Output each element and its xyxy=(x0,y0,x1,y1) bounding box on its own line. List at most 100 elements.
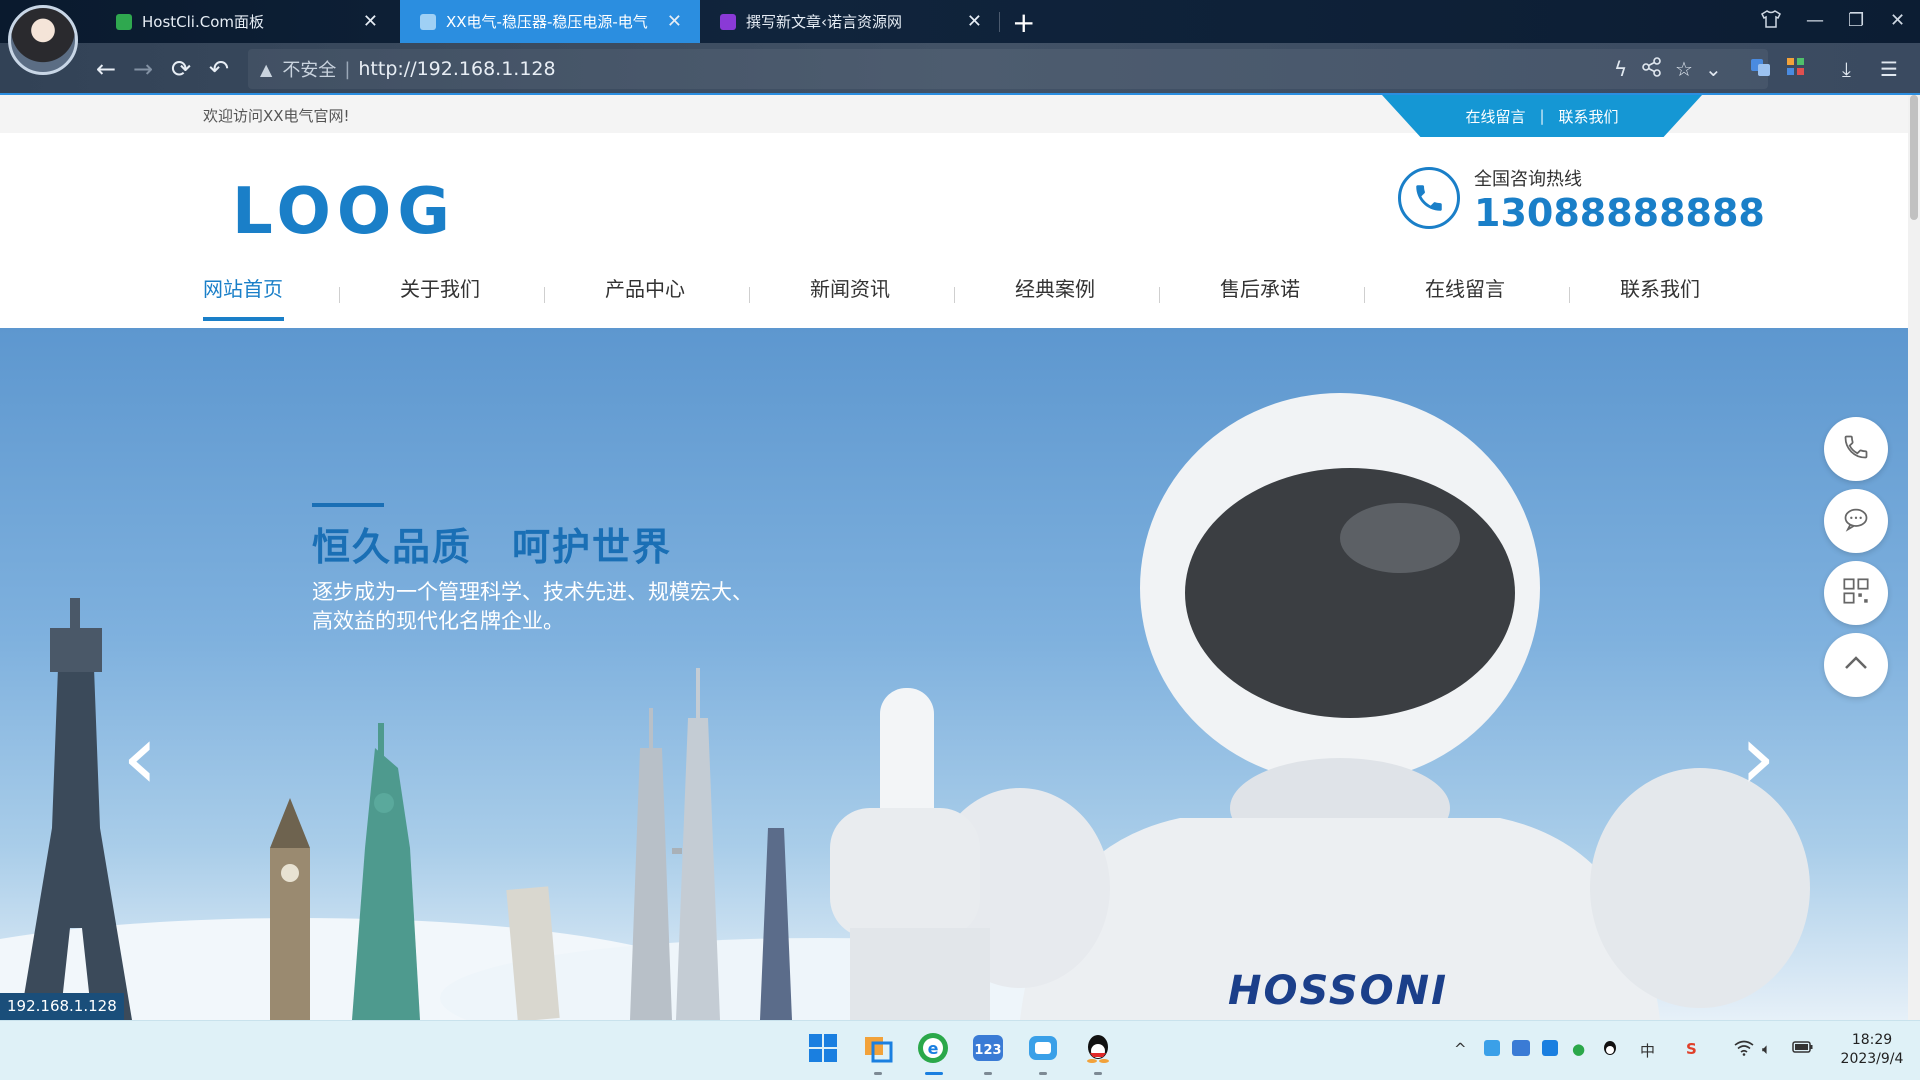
task-view-icon[interactable] xyxy=(861,1031,895,1065)
nav-divider xyxy=(544,287,545,303)
tab-xx-electric[interactable]: XX电气-稳压器-稳压电源-电气 ✕ xyxy=(400,0,700,43)
taskbar-active-indicator xyxy=(925,1072,943,1075)
ime-indicator[interactable]: 中 xyxy=(1640,1040,1655,1061)
address-divider: | xyxy=(344,58,351,80)
apps-grid-icon[interactable] xyxy=(1786,57,1806,82)
tab-hostcli[interactable]: HostCli.Com面板 ✕ xyxy=(96,0,396,43)
phone-icon xyxy=(1842,433,1870,465)
sogou-icon[interactable]: S xyxy=(1686,1040,1697,1058)
phone-icon xyxy=(1398,167,1460,229)
nav-active-indicator xyxy=(203,317,284,321)
skin-icon[interactable] xyxy=(1761,10,1781,33)
new-tab-button[interactable]: + xyxy=(1012,6,1035,39)
qq-icon[interactable] xyxy=(1081,1031,1115,1065)
hero-banner: 恒久品质 呵护世界 逐步成为一个管理科学、技术先进、规模宏大、高效益的现代化名牌… xyxy=(0,328,1908,1020)
123-app-icon[interactable]: 123 xyxy=(971,1031,1005,1065)
taskbar-running-indicator xyxy=(874,1072,882,1075)
nav-aftersales[interactable]: 售后承诺 xyxy=(1220,273,1300,302)
star-icon[interactable]: ☆ xyxy=(1675,57,1693,81)
tray-chat-icon[interactable] xyxy=(1484,1040,1500,1056)
hotline: 全国咨询热线 13088888888 xyxy=(1398,165,1765,245)
prev-slide-icon[interactable]: ‹ xyxy=(122,713,158,803)
chevron-down-icon[interactable]: ⌄ xyxy=(1705,57,1722,81)
svg-text:e: e xyxy=(928,1039,939,1058)
tab-title: HostCli.Com面板 xyxy=(142,13,264,31)
browser-app-icon[interactable]: e xyxy=(916,1031,950,1065)
system-clock[interactable]: 18:29 2023/9/4 xyxy=(1834,1031,1910,1069)
hotline-number: 13088888888 xyxy=(1474,191,1765,235)
chevron-up-icon xyxy=(1841,648,1871,682)
minimize-icon[interactable]: — xyxy=(1806,10,1824,31)
volume-icon[interactable]: 🔈︎ xyxy=(1762,1040,1771,1058)
close-icon[interactable]: ✕ xyxy=(667,11,682,32)
main-nav: 网站首页 关于我们 产品中心 新闻资讯 经典案例 售后承诺 在线留言 联系我们 xyxy=(0,265,1908,325)
nav-contact[interactable]: 联系我们 xyxy=(1620,273,1700,302)
tab-new-article[interactable]: 撰写新文章‹诺言资源网 ✕ xyxy=(700,0,1000,43)
security-label: 不安全 xyxy=(282,60,337,81)
qrcode-icon xyxy=(1842,577,1870,609)
forward-icon[interactable]: → xyxy=(127,53,159,85)
tray-123-icon[interactable] xyxy=(1512,1040,1530,1056)
windows-start-icon[interactable] xyxy=(806,1031,840,1065)
nav-message[interactable]: 在线留言 xyxy=(1425,273,1505,302)
hotline-label: 全国咨询热线 xyxy=(1474,169,1582,190)
close-icon[interactable]: ✕ xyxy=(967,11,982,32)
banner-slogan: 恒久品质 呵护世界 xyxy=(312,525,673,569)
browser-toolbar: ← → ⟳ ↶ ▲ 不安全 | http://192.168.1.128 ϟ ☆… xyxy=(0,43,1920,95)
nav-cases[interactable]: 经典案例 xyxy=(1015,273,1095,302)
nav-news[interactable]: 新闻资讯 xyxy=(810,273,890,302)
wechat-icon[interactable]: ● xyxy=(1572,1040,1585,1058)
share-icon[interactable] xyxy=(1642,57,1662,82)
user-avatar[interactable] xyxy=(8,5,78,75)
nav-products[interactable]: 产品中心 xyxy=(605,273,685,302)
site-logo[interactable]: LOOG xyxy=(232,175,456,249)
undo-icon[interactable]: ↶ xyxy=(203,53,235,85)
warning-icon: ▲ xyxy=(260,59,273,79)
banner-illustration xyxy=(0,393,1810,1020)
nav-divider xyxy=(749,287,750,303)
download-icon[interactable]: ⤓ xyxy=(1842,57,1851,81)
tab-title: 撰写新文章‹诺言资源网 xyxy=(746,13,902,31)
wifi-icon[interactable] xyxy=(1734,1040,1754,1060)
nav-about[interactable]: 关于我们 xyxy=(400,273,480,302)
back-to-top-button[interactable] xyxy=(1824,633,1888,697)
toplink-contact[interactable]: 联系我们 xyxy=(1559,106,1619,127)
banner-subtext: 逐步成为一个管理科学、技术先进、规模宏大、高效益的现代化名牌企业。 xyxy=(312,580,753,633)
next-slide-icon[interactable]: › xyxy=(1740,713,1776,803)
close-icon[interactable]: ✕ xyxy=(363,11,378,32)
tray-note-icon[interactable] xyxy=(1542,1040,1558,1056)
close-window-icon[interactable]: ✕ xyxy=(1890,10,1905,31)
tab-divider xyxy=(999,12,1000,32)
toplink-message[interactable]: 在线留言 xyxy=(1465,106,1525,127)
welcome-text: 欢迎访问XX电气官网! xyxy=(203,107,350,125)
taskbar-running-indicator xyxy=(1039,1072,1047,1075)
taskbar: e 123 ^ ● 中 S 🔈︎ 18:29 2023/9/4 xyxy=(0,1020,1920,1080)
menu-icon[interactable]: ☰ xyxy=(1880,57,1898,81)
refresh-icon[interactable]: ⟳ xyxy=(165,53,197,85)
clock-date: 2023/9/4 xyxy=(1840,1051,1904,1067)
tray-qq-icon[interactable] xyxy=(1602,1040,1618,1062)
tray-expand-icon[interactable]: ^ xyxy=(1454,1040,1467,1058)
toplink-divider: | xyxy=(1539,107,1545,125)
lightning-icon[interactable]: ϟ xyxy=(1614,57,1627,81)
side-chat-button[interactable] xyxy=(1824,489,1888,553)
side-qrcode-button[interactable] xyxy=(1824,561,1888,625)
svg-text:123: 123 xyxy=(974,1043,1001,1058)
side-phone-button[interactable] xyxy=(1824,417,1888,481)
battery-icon[interactable] xyxy=(1792,1040,1814,1058)
translate-icon[interactable] xyxy=(1750,57,1772,82)
url-text[interactable]: http://192.168.1.128 xyxy=(358,58,555,80)
address-bar[interactable]: ▲ 不安全 | http://192.168.1.128 xyxy=(248,49,1768,89)
chat-app-icon[interactable] xyxy=(1026,1031,1060,1065)
scrollbar-thumb[interactable] xyxy=(1910,95,1918,220)
restore-icon[interactable]: ❐ xyxy=(1848,10,1864,31)
tab-favicon-icon xyxy=(420,13,436,30)
clock-time: 18:29 xyxy=(1851,1032,1893,1048)
nav-divider xyxy=(1569,287,1570,303)
page-scrollbar[interactable] xyxy=(1908,95,1920,1020)
browser-tab-bar: HostCli.Com面板 ✕ XX电气-稳压器-稳压电源-电气 ✕ 撰写新文章… xyxy=(0,0,1920,75)
tab-title: XX电气-稳压器-稳压电源-电气 xyxy=(446,13,648,31)
nav-home[interactable]: 网站首页 xyxy=(203,273,283,302)
taskbar-running-indicator xyxy=(1094,1072,1102,1075)
back-icon[interactable]: ← xyxy=(90,53,122,85)
